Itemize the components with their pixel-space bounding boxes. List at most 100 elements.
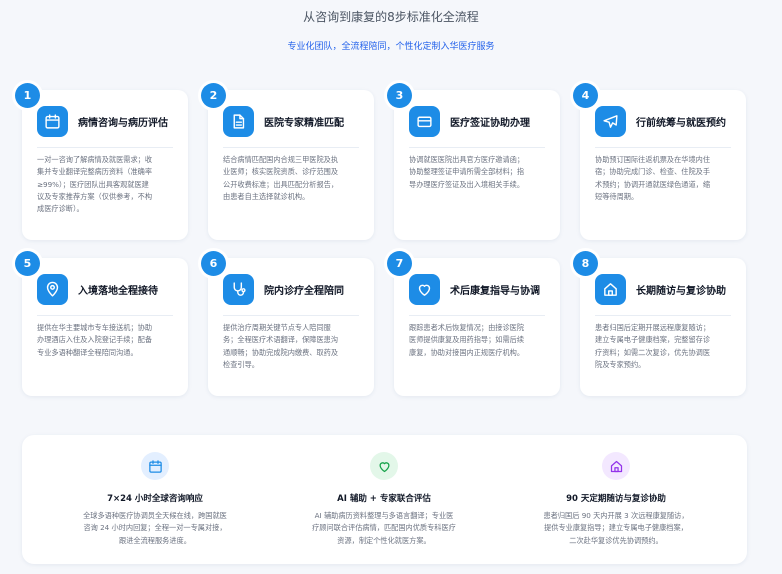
step-description: 协调就医医院出具官方医疗邀请函； 协助整理签证申请所需全部材料；指 导办理医疗签证及… xyxy=(409,154,547,191)
step-description: 协助预订国际往返机票及在华境内住 宿；协助完成门诊、检查、住院及手 术预约；协调开通… xyxy=(595,154,733,203)
heart-icon xyxy=(370,452,398,480)
step-card-3: 医疗签证协助办理协调就医医院出具官方医疗邀请函； 协助整理签证申请所需全部材料；指… xyxy=(394,90,560,240)
step-description: 患者归国后定期开展远程康复随访； 建立专属电子健康档案，完整留存诊 疗资料；如需二次… xyxy=(595,322,733,371)
step-number-badge: 3 xyxy=(387,83,412,108)
feature-item: AI 辅助 + 专家联合评估 AI 辅助病历资料整理与多语言翻译；专业医 疗顾问联合… xyxy=(294,435,474,564)
feature-description-line: 疗顾问联合评估病情，匹配国内优质专科医疗 xyxy=(312,523,456,533)
divider xyxy=(37,315,173,316)
document-icon xyxy=(223,106,254,137)
calendar-icon xyxy=(141,452,169,480)
home-icon xyxy=(602,452,630,480)
step-description-line: 集并专业翻译完整病历资料（准确率 xyxy=(37,167,153,177)
step-description-line: ≥99%）；医疗团队出具客观就医建 xyxy=(37,179,149,189)
step-description-line: 协调就医医院出具官方医疗邀请函； xyxy=(409,155,525,164)
step-description-line: 检查引导。 xyxy=(223,359,259,369)
page-subtitle: 专业化团队，全流程陪同，个性化定制入华医疗服务 xyxy=(287,42,495,52)
step-description-line: 短等待周期。 xyxy=(595,191,639,201)
location-pin-icon xyxy=(37,274,68,305)
step-description-line: 患者归国后定期开展远程康复随访； xyxy=(595,323,711,332)
step-description-line: 公开收费标准；出具匹配分析报告， xyxy=(223,179,339,189)
feature-title: AI 辅助 + 专家联合评估 xyxy=(337,494,431,504)
step-description: 提供在华主要城市专车接送机；协助 办理酒店入住及入院登记手续；配备 专业多语种翻译全… xyxy=(37,322,175,359)
step-description-line: 提供治疗周期关键节点专人陪同服 xyxy=(223,323,331,332)
step-description: 跟踪患者术后恢复情况；由接诊医院 医师提供康复及用药指导；如需后续 康复，协助对接国… xyxy=(409,322,547,359)
feature-description-line: 全球多语种医疗协调员全天候在线，跨国就医 xyxy=(83,511,227,520)
step-number-badge: 5 xyxy=(15,251,40,276)
step-title: 长期随访与复诊协助 xyxy=(636,286,726,297)
step-number-badge: 4 xyxy=(573,83,598,108)
step-description: 结合病情匹配国内合规三甲医院及执 业医师；核实医院资质、诊疗范围及 公开收费标准；出… xyxy=(223,154,361,203)
feature-description-line: 患者归国后 90 天内开展 3 次远程康复随访， xyxy=(543,511,689,520)
feature-description: AI 辅助病历资料整理与多语言翻译；专业医 疗顾问联合评估病情，匹配国内优质专科医… xyxy=(294,510,474,547)
step-number-badge: 6 xyxy=(201,251,226,276)
step-description-line: 协助预订国际往返机票及在华境内住 xyxy=(595,155,711,164)
step-description-line: 由患者自主选择就诊机构。 xyxy=(223,191,310,201)
step-title: 行前统筹与就医预约 xyxy=(636,118,726,129)
step-number-badge: 7 xyxy=(387,251,412,276)
step-card-2: 医院专家精准匹配结合病情匹配国内合规三甲医院及执 业医师；核实医院资质、诊疗范围及… xyxy=(208,90,374,240)
feature-description-line: 资源，制定个性化就医方案。 xyxy=(337,535,431,545)
feature-description-line: 咨询 24 小时内回复；全程一对一专属对接， xyxy=(83,523,227,533)
step-description-line: 跟踪患者术后恢复情况；由接诊医院 xyxy=(409,323,525,332)
credit-card-icon xyxy=(409,106,440,137)
feature-title: 7×24 小时全球咨询响应 xyxy=(107,494,203,504)
step-description-line: 务；全程医疗术语翻译，保障医患沟 xyxy=(223,335,339,345)
feature-description-line: 提供专业康复指导；建立专属电子健康档案， xyxy=(544,523,688,533)
step-description-line: 业医师；核实医院资质、诊疗范围及 xyxy=(223,167,339,177)
step-description-line: 术预约；协调开通就医绿色通道，缩 xyxy=(595,179,711,189)
feature-description: 全球多语种医疗协调员全天候在线，跨国就医 咨询 24 小时内回复；全程一对一专属对… xyxy=(65,510,245,547)
feature-description-line: 跟进全流程服务进度。 xyxy=(119,535,191,545)
page-title: 从咨询到康复的8步标准化全流程 xyxy=(303,10,479,24)
step-title: 医院专家精准匹配 xyxy=(264,118,344,129)
step-description: 一对一咨询了解病情及就医需求；收 集并专业翻译完整病历资料（准确率 ≥99%）；医疗… xyxy=(37,154,175,215)
divider xyxy=(409,315,545,316)
step-description-line: 提供在华主要城市专车接送机；协助 xyxy=(37,323,153,332)
feature-description-line: AI 辅助病历资料整理与多语言翻译；专业医 xyxy=(314,511,454,520)
step-card-1: 病情咨询与病历评估 一对一咨询了解病情及就医需求；收 集并专业翻译完整病历资料（准确… xyxy=(22,90,188,240)
step-card-7: 术后康复指导与协调跟踪患者术后恢复情况；由接诊医院 医师提供康复及用药指导；如需后… xyxy=(394,258,560,396)
step-card-8: 长期随访与复诊协助患者归国后定期开展远程康复随访； 建立专属电子健康档案，完整留存… xyxy=(580,258,746,396)
step-title: 医疗签证协助办理 xyxy=(450,118,530,129)
step-description-line: 办理酒店入住及入院登记手续；配备 xyxy=(37,335,153,345)
step-description-line: 康复，协助对接国内正规医疗机构。 xyxy=(409,347,525,357)
step-title: 院内诊疗全程陪同 xyxy=(264,286,344,297)
divider xyxy=(223,315,359,316)
step-description-line: 结合病情匹配国内合规三甲医院及执 xyxy=(223,155,339,164)
step-number-badge: 8 xyxy=(573,251,598,276)
calendar-icon xyxy=(37,106,68,137)
step-card-5: 入境落地全程接待提供在华主要城市专车接送机；协助 办理酒店入住及入院登记手续；配备… xyxy=(22,258,188,396)
step-title: 术后康复指导与协调 xyxy=(450,286,540,297)
divider xyxy=(223,147,359,148)
step-card-6: 院内诊疗全程陪同提供治疗周期关键节点专人陪同服 务；全程医疗术语翻译，保障医患沟通… xyxy=(208,258,374,396)
feature-description: 患者归国后 90 天内开展 3 次远程康复随访， 提供专业康复指导；建立专属电子健… xyxy=(526,510,706,547)
step-description-line: 建立专属电子健康档案，完整留存诊 xyxy=(595,335,711,345)
step-description-line: 协助整理签证申请所需全部材料；指 xyxy=(409,167,525,177)
step-description-line: 议及专家推荐方案（仅供参考，不构 xyxy=(37,191,153,201)
feature-description-line: 二次赴华复诊优先协调预约。 xyxy=(569,535,663,545)
airplane-icon xyxy=(595,106,626,137)
step-description-line: 成医疗诊断）。 xyxy=(37,204,84,214)
step-description-line: 疗资料；如需二次复诊，优先协调医 xyxy=(595,347,711,357)
step-card-4: 行前统筹与就医预约协助预订国际往返机票及在华境内住 宿；协助完成门诊、检查、住院及… xyxy=(580,90,746,240)
divider xyxy=(595,147,731,148)
heart-icon xyxy=(409,274,440,305)
divider xyxy=(37,147,173,148)
stethoscope-icon xyxy=(223,274,254,305)
features-panel: 7×24 小时全球咨询响应全球多语种医疗协调员全天候在线，跨国就医 咨询 24 小… xyxy=(22,435,747,564)
step-description: 提供治疗周期关键节点专人陪同服 务；全程医疗术语翻译，保障医患沟 通顺畅；协助完成院… xyxy=(223,322,361,371)
feature-title: 90 天定期随访与复诊协助 xyxy=(566,494,666,504)
step-number-badge: 2 xyxy=(201,83,226,108)
step-number-badge: 1 xyxy=(15,83,40,108)
step-description-line: 通顺畅；协助完成院内缴费、取药及 xyxy=(223,347,339,357)
step-description-line: 院及专家预约。 xyxy=(595,359,646,369)
feature-item: 7×24 小时全球咨询响应全球多语种医疗协调员全天候在线，跨国就医 咨询 24 小… xyxy=(65,435,245,564)
step-description-line: 导办理医疗签证及出入境相关手续。 xyxy=(409,179,525,189)
divider xyxy=(409,147,545,148)
step-description-line: 医师提供康复及用药指导；如需后续 xyxy=(409,335,525,345)
step-description-line: 专业多语种翻译全程陪同沟通。 xyxy=(37,347,138,357)
feature-item: 90 天定期随访与复诊协助患者归国后 90 天内开展 3 次远程康复随访， 提供专… xyxy=(526,435,706,564)
step-description-line: 一对一咨询了解病情及就医需求；收 xyxy=(37,155,153,164)
step-title: 入境落地全程接待 xyxy=(78,286,158,297)
step-description-line: 宿；协助完成门诊、检查、住院及手 xyxy=(595,167,711,177)
home-icon xyxy=(595,274,626,305)
